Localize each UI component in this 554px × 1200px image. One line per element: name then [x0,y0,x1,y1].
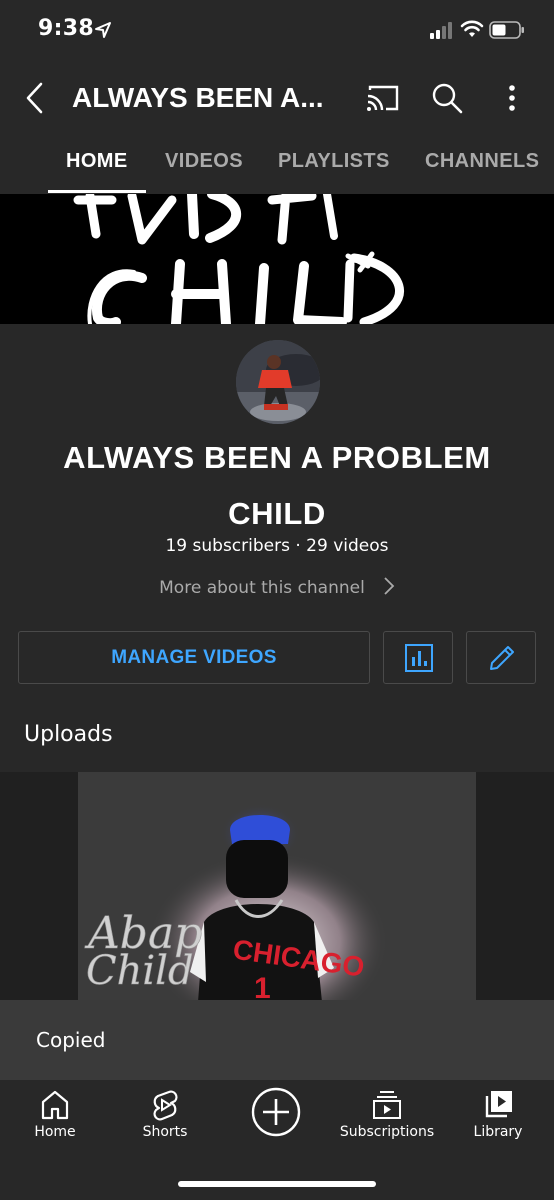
tab-videos[interactable]: VIDEOS [165,150,243,173]
nav-subscriptions-label: Subscriptions [339,1124,435,1140]
more-about-label: More about this channel [159,578,365,598]
status-time: 9:38 [38,16,94,41]
snackbar-toast: Copied [0,1000,554,1080]
nav-home[interactable]: Home [0,1088,110,1140]
channel-name-line2: CHILD [228,496,326,531]
uploads-section-title: Uploads [24,722,113,747]
channel-name-line1: ALWAYS BEEN A PROBLEM [63,440,491,475]
analytics-icon [405,644,433,672]
channel-avatar[interactable] [236,340,320,424]
cast-icon[interactable] [364,82,400,114]
nav-subscriptions[interactable]: Subscriptions [332,1088,442,1140]
avatar-image [236,340,320,424]
tab-home[interactable]: HOME [66,150,128,173]
wifi-icon [460,20,484,37]
nav-home-label: Home [34,1124,76,1140]
nav-create[interactable] [221,1086,331,1138]
subscriptions-icon [373,1091,401,1119]
cellular-signal-icon [430,22,452,39]
upload-video-card[interactable]: CHICAGO 1 Abap Child [0,772,554,1002]
nav-library[interactable]: Library [443,1088,553,1140]
channel-stats: 19 subscribers · 29 videos [165,536,389,556]
nav-shorts-label: Shorts [142,1124,188,1140]
page-title: ALWAYS BEEN A... [72,82,324,113]
chevron-right-icon [384,577,395,595]
toast-message: Copied [36,1028,106,1052]
more-vert-icon[interactable] [500,80,524,116]
nav-shorts[interactable]: Shorts [110,1088,220,1140]
library-icon [485,1091,512,1118]
nav-library-label: Library [473,1124,523,1140]
manage-videos-button[interactable]: MANAGE VIDEOS [18,631,370,684]
search-icon[interactable] [430,81,464,115]
status-bar: 9:38 [0,0,554,62]
back-arrow-icon[interactable] [18,80,52,116]
home-icon [41,1090,69,1120]
thumbnail-art: CHICAGO 1 Abap Child [78,772,476,1002]
location-arrow-icon [95,22,111,38]
banner-art [73,194,404,324]
active-tab-indicator [48,190,146,193]
edit-pencil-icon [490,646,514,670]
home-indicator [178,1181,376,1187]
more-about-link[interactable]: More about this channel [0,576,554,598]
edit-channel-button[interactable] [466,631,536,684]
shorts-icon [153,1090,178,1121]
tab-playlists[interactable]: PLAYLISTS [278,150,390,173]
channel-banner [0,194,554,324]
analytics-button[interactable] [383,631,453,684]
create-icon [251,1087,301,1137]
video-thumbnail[interactable]: CHICAGO 1 Abap Child [78,772,476,1002]
tab-channels[interactable]: CHANNELS [425,150,539,173]
thumbnail-text-line2: Child [86,948,194,994]
channel-name: ALWAYS BEEN A PROBLEM CHILD [0,430,554,542]
top-app-bar: ALWAYS BEEN A... [0,62,554,136]
battery-icon [489,21,524,39]
jersey-number: 1 [254,972,271,1002]
channel-tabs: HOME VIDEOS PLAYLISTS CHANNELS [0,136,554,194]
